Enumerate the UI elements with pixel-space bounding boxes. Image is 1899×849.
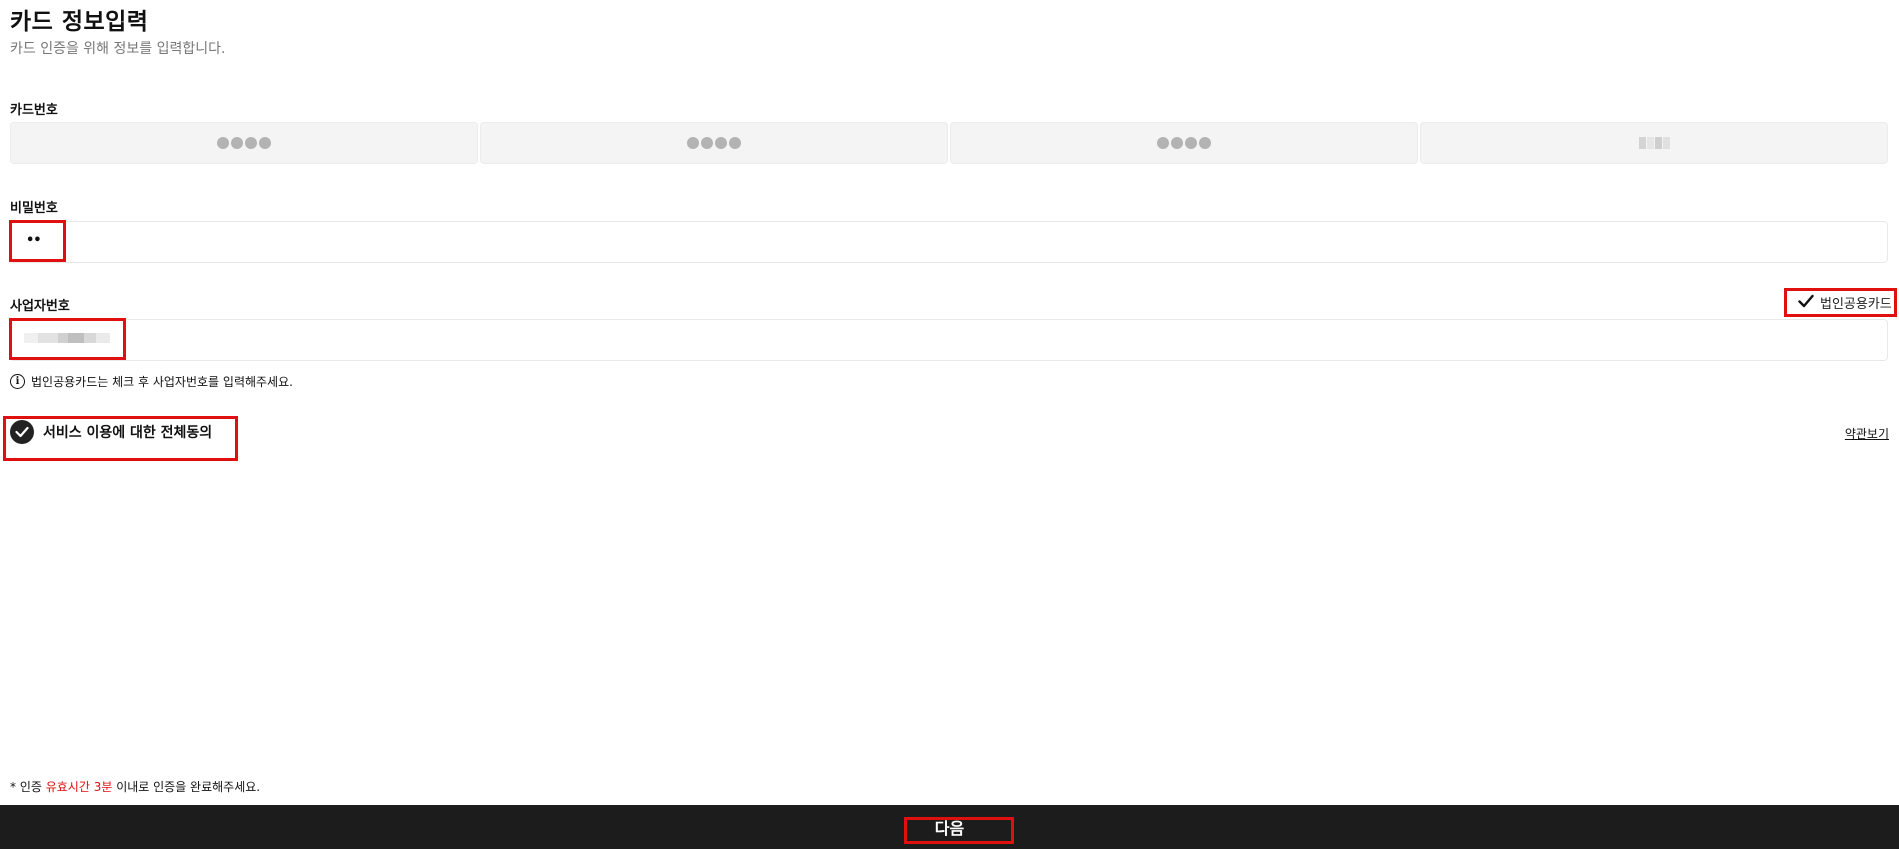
validity-notice: * 인증 유효시간 3분 이내로 인증을 완료해주세요. <box>10 778 260 795</box>
notice-highlight: 유효시간 3분 <box>45 780 113 794</box>
info-icon: i <box>10 374 25 389</box>
business-number-input[interactable] <box>10 319 1888 361</box>
notice-suffix: 이내로 인증을 완료해주세요. <box>112 780 261 794</box>
card-number-label: 카드번호 <box>10 103 58 118</box>
password-label: 비밀번호 <box>10 201 58 216</box>
highlight-box <box>904 817 1014 844</box>
card-number-input-1[interactable] <box>10 122 478 164</box>
info-message: i 법인공용카드는 체크 후 사업자번호를 입력해주세요. <box>10 373 293 390</box>
highlight-box <box>9 220 66 262</box>
notice-prefix: * 인증 <box>10 780 46 794</box>
info-text: 법인공용카드는 체크 후 사업자번호를 입력해주세요. <box>31 375 293 389</box>
password-input[interactable] <box>10 221 1888 263</box>
highlight-box <box>1784 288 1897 317</box>
page-title: 카드 정보입력 <box>10 9 149 35</box>
masked-digits <box>687 137 741 149</box>
card-number-input-2[interactable] <box>480 122 948 164</box>
business-number-label: 사업자번호 <box>10 299 70 314</box>
card-number-input-3[interactable] <box>950 122 1418 164</box>
masked-digits <box>1157 137 1211 149</box>
masked-digits <box>217 137 271 149</box>
card-number-input-4[interactable] <box>1420 122 1888 164</box>
view-terms-link[interactable]: 약관보기 <box>1845 425 1889 442</box>
highlight-box <box>3 416 238 461</box>
page-subtitle: 카드 인증을 위해 정보를 입력합니다. <box>10 41 226 57</box>
blurred-digits <box>1638 137 1670 149</box>
highlight-box <box>9 318 126 360</box>
